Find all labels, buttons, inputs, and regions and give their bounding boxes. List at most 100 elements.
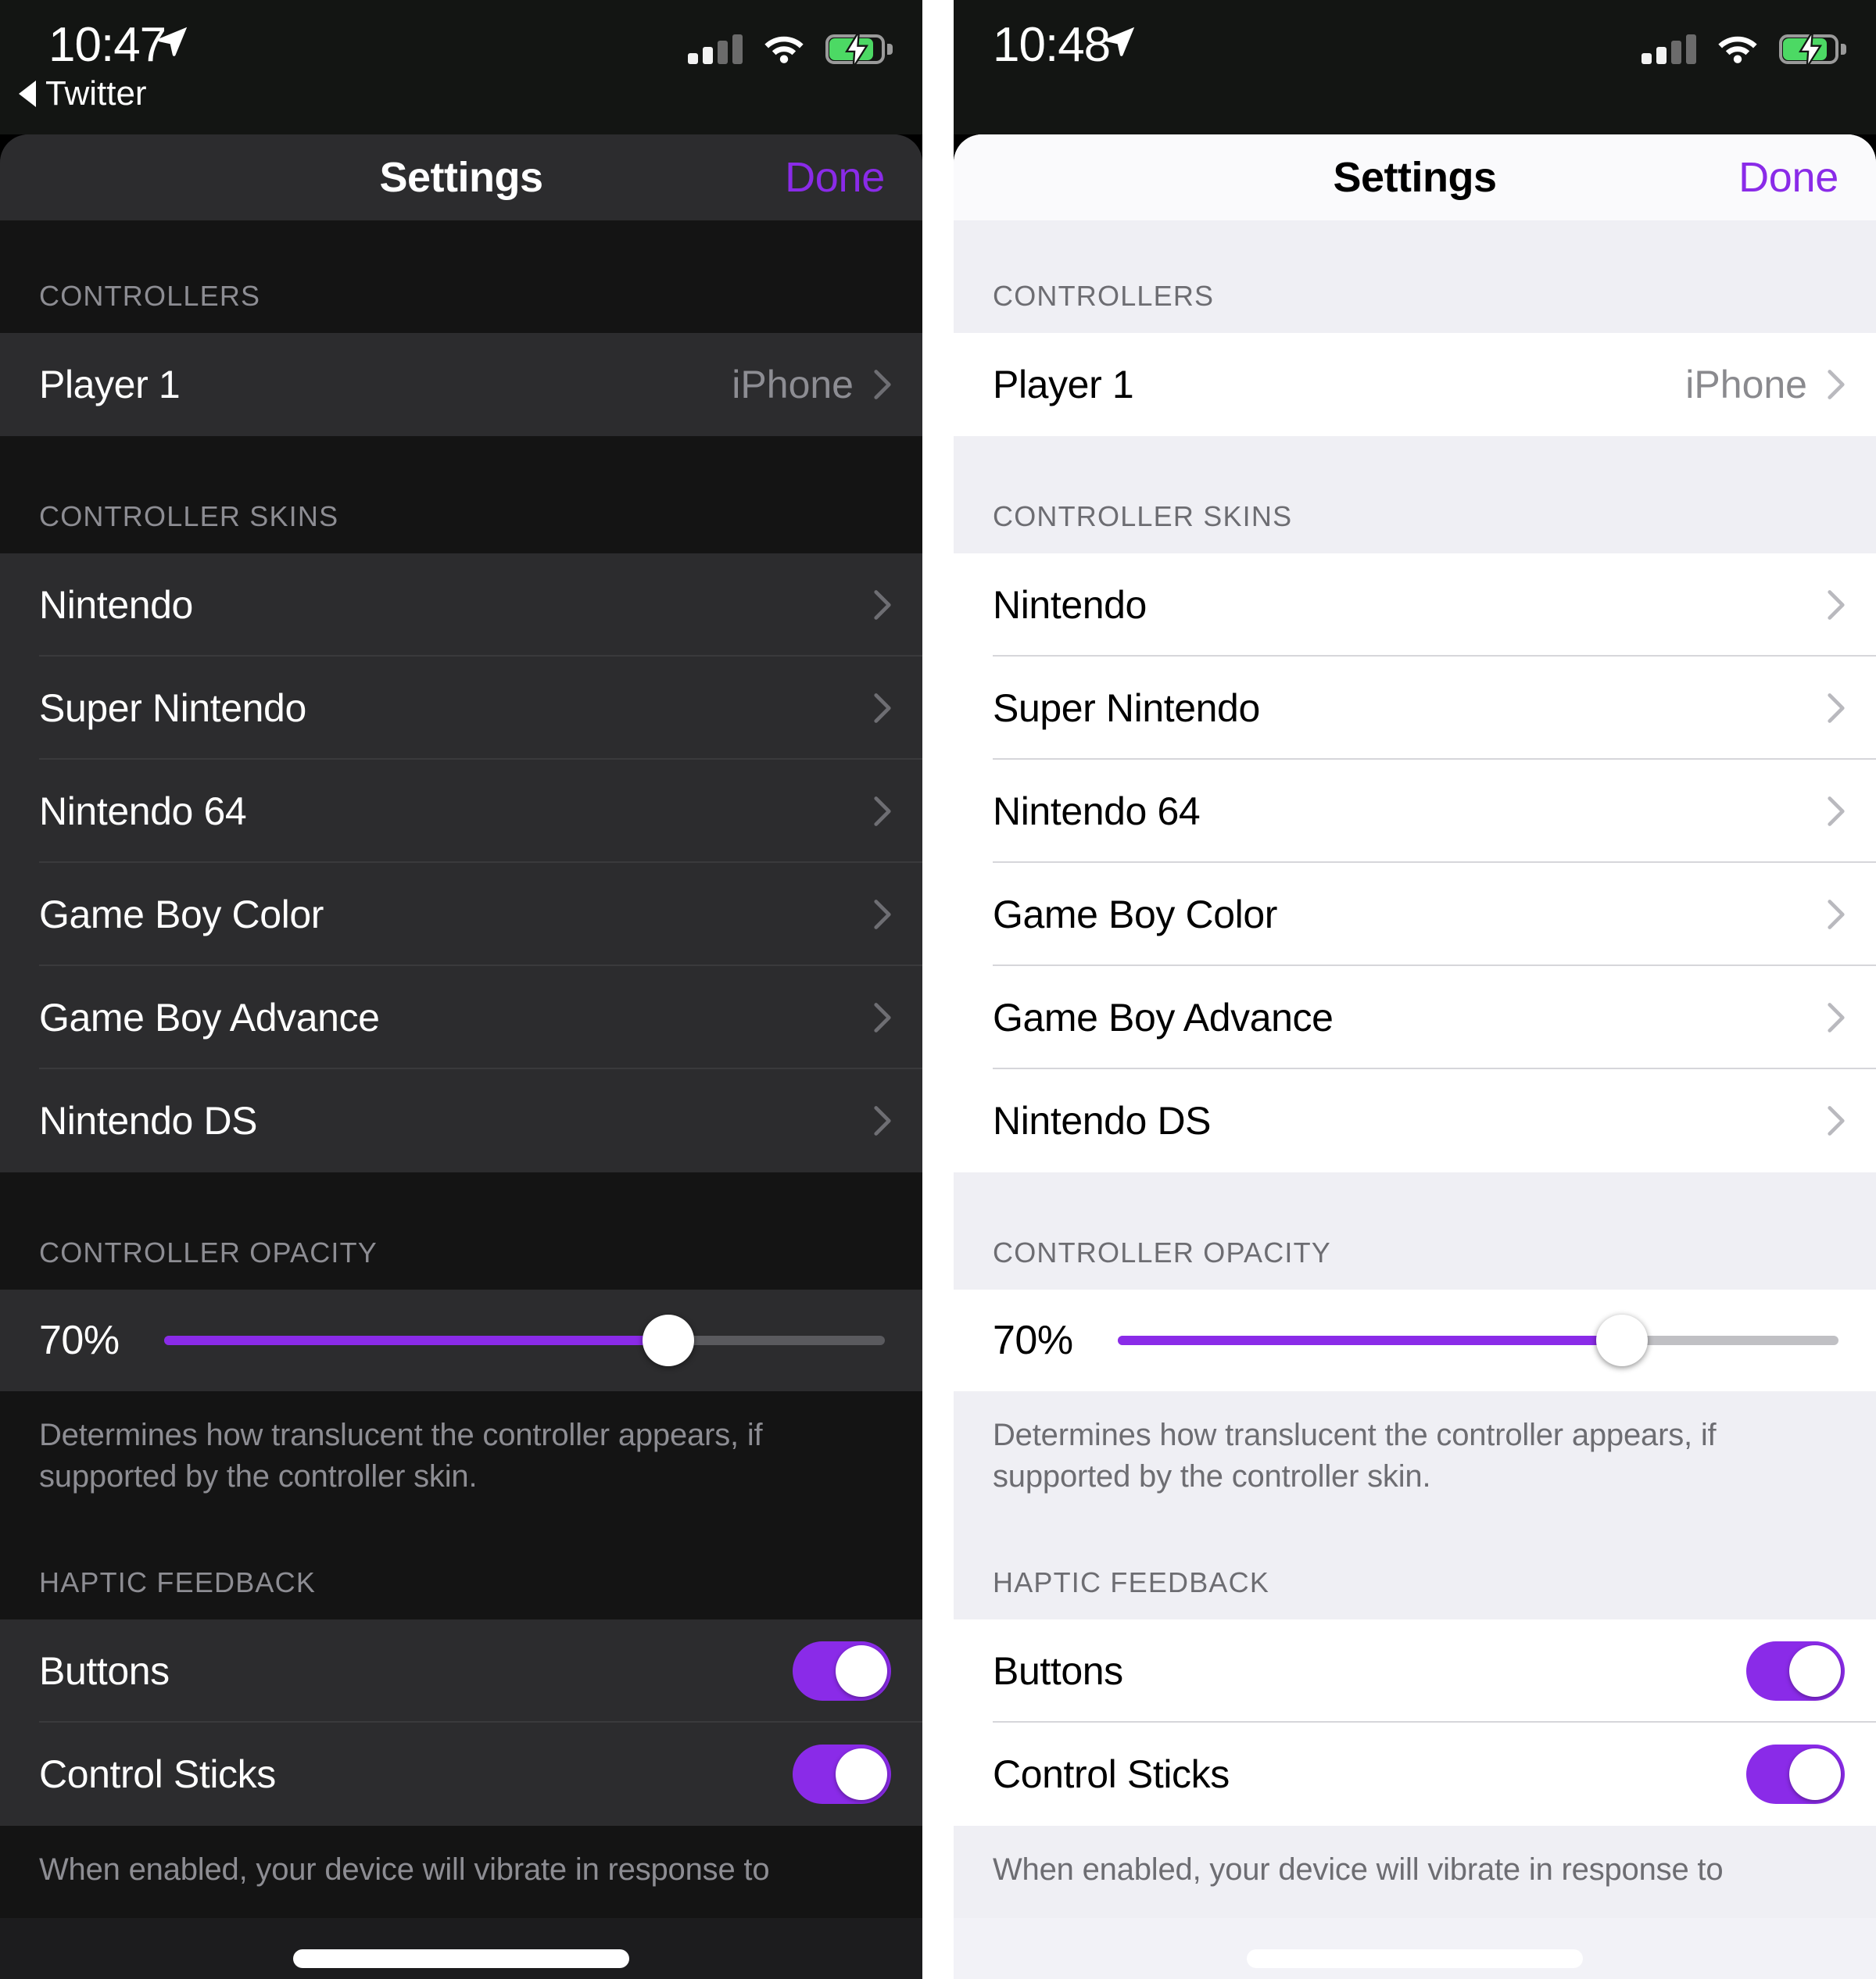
row-label: Game Boy Advance — [993, 996, 1334, 1040]
haptic-footnote: When enabled, your device will vibrate i… — [954, 1825, 1876, 1919]
opacity-value-label: 70% — [993, 1318, 1073, 1363]
row-skin-game-boy-advance[interactable]: Game Boy Advance — [954, 966, 1876, 1069]
status-bar-time: 10:48 — [993, 18, 1111, 72]
cellular-signal-icon — [1642, 33, 1696, 64]
wifi-icon — [1718, 36, 1757, 63]
chevron-right-icon — [1828, 796, 1845, 826]
status-bar-time: 10:47 — [48, 18, 166, 72]
row-label: Super Nintendo — [993, 686, 1260, 730]
controller-skins-group: Nintendo Super Nintendo Nintendo 64 Game… — [0, 553, 922, 1172]
home-indicator — [293, 1949, 629, 1968]
wifi-icon — [764, 36, 804, 63]
done-button[interactable]: Done — [785, 153, 885, 202]
row-skin-nintendo-64[interactable]: Nintendo 64 — [0, 760, 922, 863]
row-skin-super-nintendo[interactable]: Super Nintendo — [954, 657, 1876, 760]
phone-screen-dark: 10:47 Twitter Settings Done CONTROLLERS … — [0, 0, 922, 1979]
battery-charging-icon — [1779, 31, 1846, 67]
nav-bar: Settings Done — [954, 134, 1876, 220]
row-label: Player 1 — [39, 363, 181, 406]
settings-scroll-area[interactable]: CONTROLLERS Player 1 iPhone CONTROLLER S… — [954, 220, 1876, 1979]
row-label: Super Nintendo — [39, 686, 306, 730]
section-header-haptic-feedback: HAPTIC FEEDBACK — [0, 1525, 922, 1619]
row-label: Game Boy Color — [39, 893, 324, 936]
status-bar: 10:47 Twitter — [0, 0, 922, 134]
section-header-haptic-feedback: HAPTIC FEEDBACK — [954, 1525, 1876, 1619]
toggle-knob — [836, 1644, 887, 1697]
row-skin-nintendo[interactable]: Nintendo — [954, 553, 1876, 657]
row-label: Game Boy Color — [993, 893, 1277, 936]
row-label: Player 1 — [993, 363, 1134, 406]
settings-scroll-area[interactable]: CONTROLLERS Player 1 iPhone CONTROLLER S… — [0, 220, 922, 1979]
nav-bar: Settings Done — [0, 134, 922, 220]
back-to-app-breadcrumb[interactable]: Twitter — [19, 74, 147, 113]
row-label: Buttons — [39, 1648, 170, 1693]
row-label: Buttons — [993, 1648, 1123, 1693]
opacity-value-label: 70% — [39, 1318, 120, 1363]
toggle-haptic-buttons[interactable] — [793, 1641, 891, 1701]
opacity-slider-knob[interactable] — [1596, 1315, 1649, 1366]
cellular-signal-icon — [688, 33, 743, 64]
row-value: iPhone — [1685, 363, 1807, 406]
location-arrow-icon — [158, 27, 188, 56]
toggle-haptic-control-sticks[interactable] — [793, 1744, 891, 1804]
page-title: Settings — [1333, 154, 1497, 201]
page-title: Settings — [379, 154, 543, 201]
section-header-controllers: CONTROLLERS — [0, 220, 922, 333]
opacity-slider-row[interactable]: 70% — [954, 1290, 1876, 1391]
row-skin-nintendo-64[interactable]: Nintendo 64 — [954, 760, 1876, 863]
settings-sheet: Settings Done CONTROLLERS Player 1 iPhon… — [0, 134, 922, 1979]
controllers-group: Player 1 iPhone — [954, 333, 1876, 436]
screenshot-stage: 10:47 Twitter Settings Done CONTROLLERS … — [0, 0, 1876, 1979]
opacity-slider-knob[interactable] — [643, 1315, 695, 1366]
row-skin-game-boy-advance[interactable]: Game Boy Advance — [0, 966, 922, 1069]
row-haptic-control-sticks[interactable]: Control Sticks — [0, 1723, 922, 1826]
panel-divider — [922, 0, 954, 1979]
row-label: Control Sticks — [993, 1752, 1230, 1796]
opacity-slider-track[interactable] — [1118, 1315, 1838, 1366]
row-skin-nintendo-ds[interactable]: Nintendo DS — [0, 1069, 922, 1172]
row-skin-nintendo[interactable]: Nintendo — [0, 553, 922, 657]
row-label: Nintendo DS — [39, 1099, 258, 1143]
chevron-right-icon — [1828, 590, 1845, 620]
row-label: Nintendo — [993, 583, 1147, 627]
row-label: Nintendo DS — [993, 1099, 1212, 1143]
controller-skins-group: Nintendo Super Nintendo Nintendo 64 Game… — [954, 553, 1876, 1172]
toggle-haptic-buttons[interactable] — [1746, 1641, 1845, 1701]
toggle-knob — [836, 1748, 887, 1800]
section-header-controller-opacity: CONTROLLER OPACITY — [954, 1172, 1876, 1290]
row-haptic-buttons[interactable]: Buttons — [0, 1619, 922, 1723]
row-skin-game-boy-color[interactable]: Game Boy Color — [0, 863, 922, 966]
row-label: Nintendo — [39, 583, 193, 627]
charging-bolt-icon — [845, 31, 869, 67]
chevron-right-icon — [874, 590, 891, 620]
row-skin-game-boy-color[interactable]: Game Boy Color — [954, 863, 1876, 966]
row-haptic-control-sticks[interactable]: Control Sticks — [954, 1723, 1876, 1826]
section-header-controllers: CONTROLLERS — [954, 220, 1876, 333]
toggle-haptic-control-sticks[interactable] — [1746, 1744, 1845, 1804]
opacity-slider-track[interactable] — [164, 1315, 885, 1366]
row-label: Game Boy Advance — [39, 996, 380, 1040]
toggle-knob — [1789, 1644, 1841, 1697]
opacity-slider-fill — [164, 1336, 669, 1345]
row-player-1[interactable]: Player 1 iPhone — [954, 333, 1876, 436]
status-bar: 10:48 — [954, 0, 1876, 134]
battery-charging-icon — [825, 31, 893, 67]
row-skin-super-nintendo[interactable]: Super Nintendo — [0, 657, 922, 760]
settings-sheet: Settings Done CONTROLLERS Player 1 iPhon… — [954, 134, 1876, 1979]
opacity-slider-fill — [1118, 1336, 1623, 1345]
chevron-right-icon — [874, 370, 891, 399]
row-haptic-buttons[interactable]: Buttons — [954, 1619, 1876, 1723]
haptic-footnote: When enabled, your device will vibrate i… — [0, 1825, 922, 1919]
row-player-1[interactable]: Player 1 iPhone — [0, 333, 922, 436]
opacity-slider-row[interactable]: 70% — [0, 1290, 922, 1391]
status-bar-indicators — [688, 27, 893, 67]
opacity-footnote: Determines how translucent the controlle… — [954, 1391, 1876, 1526]
section-header-controller-skins: CONTROLLER SKINS — [0, 436, 922, 553]
back-app-label: Twitter — [45, 74, 147, 113]
done-button[interactable]: Done — [1738, 153, 1838, 202]
chevron-right-icon — [874, 1003, 891, 1032]
home-indicator — [1247, 1949, 1583, 1968]
location-arrow-icon — [1105, 27, 1135, 56]
status-bar-indicators — [1642, 27, 1846, 67]
row-skin-nintendo-ds[interactable]: Nintendo DS — [954, 1069, 1876, 1172]
